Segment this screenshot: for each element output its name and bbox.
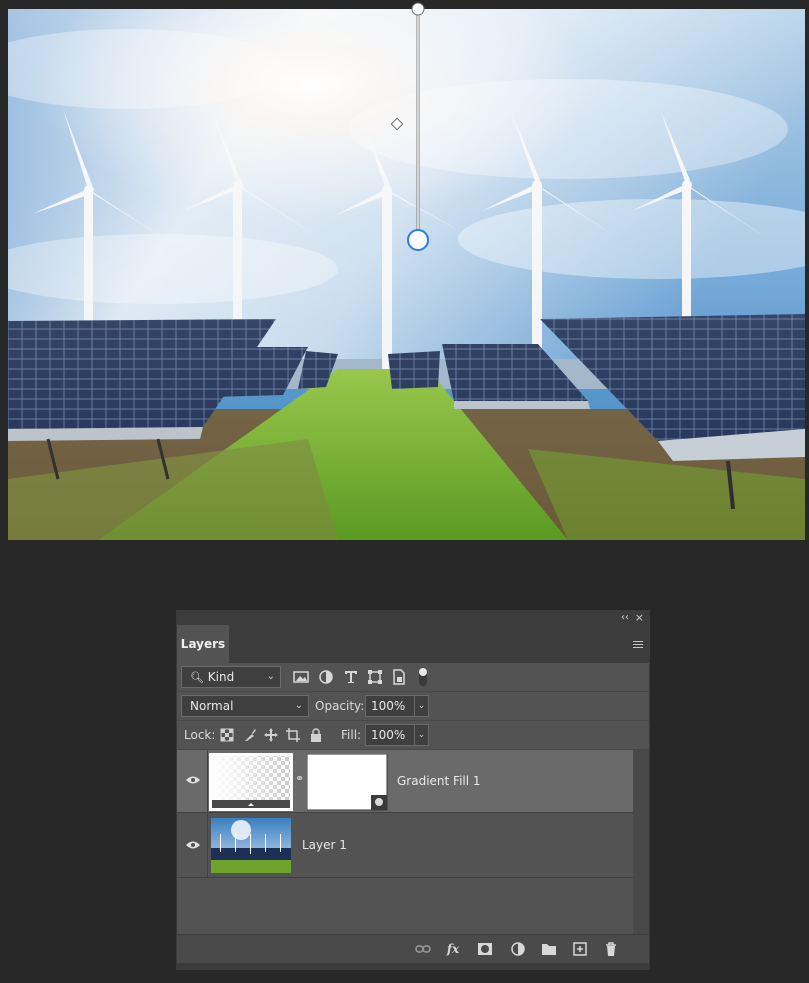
panel-resize-grip[interactable]	[177, 963, 649, 969]
trash-icon[interactable]	[603, 941, 619, 957]
smart-object-filter-icon[interactable]	[391, 669, 407, 685]
shape-filter-icon[interactable]	[367, 669, 383, 685]
document-canvas[interactable]	[8, 9, 805, 540]
lock-all-icon[interactable]	[309, 728, 323, 742]
solar-wind-photo	[8, 9, 805, 540]
collapse-panel-icon[interactable]: ‹‹	[621, 611, 629, 625]
layer-list: ⚭︎ Gradient Fill 1 Layer 1	[177, 750, 649, 938]
fill-dropdown-button[interactable]: ⌄	[414, 724, 429, 746]
layer-list-scrollbar[interactable]	[633, 750, 649, 938]
layer-row-layer-1[interactable]: Layer 1	[177, 813, 635, 878]
layer-name[interactable]: Gradient Fill 1	[397, 750, 481, 813]
link-chain-icon[interactable]: ⚭︎	[295, 772, 304, 785]
adjustment-filter-icon[interactable]	[318, 669, 334, 685]
image-filter-icon[interactable]	[293, 669, 309, 685]
lock-row: Lock: Fill: 100% ⌄	[177, 721, 649, 750]
layers-panel: ‹‹ × Layers 🔍︎ Kind ⌄ Normal ⌄ Opacity: …	[176, 610, 650, 970]
close-panel-icon[interactable]: ×	[635, 611, 644, 625]
lock-image-pixels-icon[interactable]	[243, 728, 257, 742]
link-layers-icon[interactable]	[415, 941, 431, 957]
new-layer-icon[interactable]	[572, 941, 588, 957]
blend-mode-select[interactable]: Normal ⌄	[181, 695, 309, 717]
eye-visibility-icon[interactable]	[186, 775, 200, 785]
panel-bottom-toolbar: fx	[177, 934, 649, 963]
opacity-dropdown-button[interactable]: ⌄	[414, 695, 429, 717]
tab-layers[interactable]: Layers	[177, 625, 229, 663]
blend-row: Normal ⌄ Opacity: 100% ⌄	[177, 692, 649, 721]
group-folder-icon[interactable]	[541, 941, 557, 957]
adjustment-layer-icon[interactable]	[510, 941, 526, 957]
panel-menu-icon[interactable]	[633, 641, 643, 649]
chevron-down-icon: ⌄	[294, 700, 303, 711]
fx-icon[interactable]: fx	[445, 941, 461, 957]
filter-toggle[interactable]	[419, 668, 427, 686]
search-icon: 🔍︎	[190, 671, 204, 684]
layer-1-thumbnail[interactable]	[211, 818, 291, 873]
filter-kind-select[interactable]: 🔍︎ Kind ⌄	[181, 666, 281, 688]
layer-row-gradient-fill[interactable]: ⚭︎ Gradient Fill 1	[177, 750, 635, 813]
layer-mask-thumbnail[interactable]	[307, 754, 389, 812]
lock-label: Lock:	[184, 728, 216, 742]
panel-topbar: ‹‹ ×	[177, 611, 649, 625]
layer-name[interactable]: Layer 1	[302, 813, 347, 878]
filter-row: 🔍︎ Kind ⌄	[177, 663, 649, 692]
gradient-layer-thumbnail[interactable]	[209, 753, 293, 811]
lock-transparent-pixels-icon[interactable]	[220, 728, 234, 742]
eye-visibility-icon[interactable]	[186, 840, 200, 850]
panel-tab-row: Layers	[177, 625, 649, 663]
opacity-input[interactable]: 100%	[365, 695, 415, 717]
fill-input[interactable]: 100%	[365, 724, 415, 746]
add-mask-icon[interactable]	[477, 941, 493, 957]
opacity-label: Opacity:	[315, 699, 365, 713]
lock-position-icon[interactable]	[264, 728, 278, 742]
lock-artboard-icon[interactable]	[286, 728, 300, 742]
chevron-down-icon: ⌄	[266, 671, 275, 682]
fill-label: Fill:	[341, 728, 362, 742]
type-filter-icon[interactable]	[343, 669, 359, 685]
